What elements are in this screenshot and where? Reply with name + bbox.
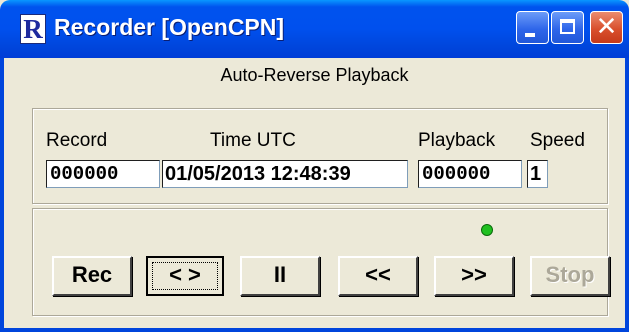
window-title: Recorder [OpenCPN] (54, 14, 285, 40)
maximize-icon (560, 19, 575, 34)
speed-label: Speed (530, 130, 585, 151)
window-border-left (0, 58, 4, 332)
mode-label: Auto-Reverse Playback (220, 65, 409, 85)
record-counter-field: 000000 (46, 160, 160, 188)
pause-button[interactable]: II (240, 256, 320, 296)
recorder-window: R Recorder [OpenCPN] ✕ Auto-Reverse Play… (0, 0, 629, 332)
auto-reverse-button[interactable]: < > (146, 256, 224, 296)
speed-field[interactable]: 1 (527, 160, 548, 188)
minimize-icon (525, 33, 535, 37)
maximize-button[interactable] (551, 11, 584, 44)
playback-indicator-led (481, 224, 493, 236)
close-button[interactable]: ✕ (590, 11, 623, 44)
time-utc-field: 01/05/2013 12:48:39 (162, 160, 408, 188)
playback-label: Playback (418, 130, 496, 151)
stop-button[interactable]: Stop (530, 256, 610, 296)
record-button[interactable]: Rec (52, 256, 132, 296)
record-label: Record (46, 130, 108, 151)
time-utc-label: Time UTC (210, 130, 296, 151)
window-border-bottom (0, 328, 629, 332)
rewind-button[interactable]: << (338, 256, 418, 296)
window-border-right (625, 58, 629, 332)
status-group (32, 108, 608, 204)
title-bar[interactable]: R Recorder [OpenCPN] ✕ (0, 0, 629, 58)
playback-counter-field: 000000 (418, 160, 522, 188)
minimize-button[interactable] (516, 11, 549, 44)
app-icon: R (20, 14, 46, 44)
close-icon: ✕ (595, 12, 618, 42)
fast-forward-button[interactable]: >> (434, 256, 514, 296)
